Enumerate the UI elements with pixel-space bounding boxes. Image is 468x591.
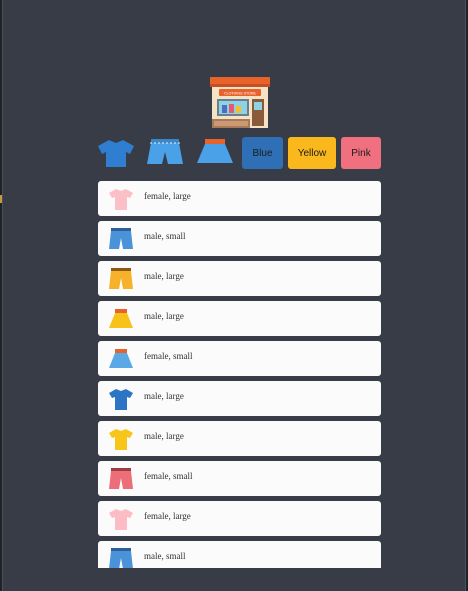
- item-description: female, small: [144, 351, 193, 361]
- shirt-icon: [109, 189, 133, 210]
- shorts-icon: [109, 548, 133, 568]
- list-item[interactable]: male, large: [98, 301, 381, 336]
- list-item[interactable]: male, small: [98, 221, 381, 256]
- item-description: female, small: [144, 471, 193, 481]
- item-description: male, small: [144, 231, 186, 241]
- skirt-icon: [109, 309, 133, 328]
- list-item[interactable]: male, small: [98, 541, 381, 568]
- list-item[interactable]: female, large: [98, 501, 381, 536]
- item-description: male, large: [144, 311, 184, 321]
- yellow-filter-button[interactable]: Yellow: [288, 137, 336, 169]
- shorts-icon: [109, 228, 133, 249]
- list-item[interactable]: male, large: [98, 421, 381, 456]
- item-description: male, large: [144, 391, 184, 401]
- item-description: male, small: [144, 551, 186, 561]
- item-description: male, large: [144, 431, 184, 441]
- app-frame: CLOTHING STORE Blue Yellow Pink female, …: [2, 0, 466, 591]
- shirt-icon: [109, 429, 133, 450]
- skirt-filter-icon[interactable]: [195, 137, 235, 169]
- shirt-icon: [109, 509, 133, 530]
- skirt-icon: [109, 349, 133, 368]
- list-item[interactable]: female, large: [98, 181, 381, 216]
- pink-filter-button[interactable]: Pink: [341, 137, 381, 169]
- product-list: female, large male, small male, large ma…: [3, 180, 465, 568]
- window-edge-marker: [0, 195, 2, 203]
- item-description: female, large: [144, 191, 191, 201]
- shorts-icon: [109, 268, 133, 289]
- filter-bar: Blue Yellow Pink: [3, 137, 465, 171]
- store-sign-text: CLOTHING STORE: [224, 92, 256, 96]
- list-item[interactable]: female, small: [98, 341, 381, 376]
- shirt-icon: [109, 389, 133, 410]
- list-item[interactable]: female, small: [98, 461, 381, 496]
- list-item[interactable]: male, large: [98, 381, 381, 416]
- list-item[interactable]: male, large: [98, 261, 381, 296]
- shirt-filter-icon[interactable]: [96, 137, 136, 169]
- item-description: female, large: [144, 511, 191, 521]
- shorts-icon: [109, 468, 133, 489]
- item-description: male, large: [144, 271, 184, 281]
- shorts-filter-icon[interactable]: [145, 137, 185, 169]
- clothing-store-logo: CLOTHING STORE: [210, 77, 270, 128]
- blue-filter-button[interactable]: Blue: [242, 137, 283, 169]
